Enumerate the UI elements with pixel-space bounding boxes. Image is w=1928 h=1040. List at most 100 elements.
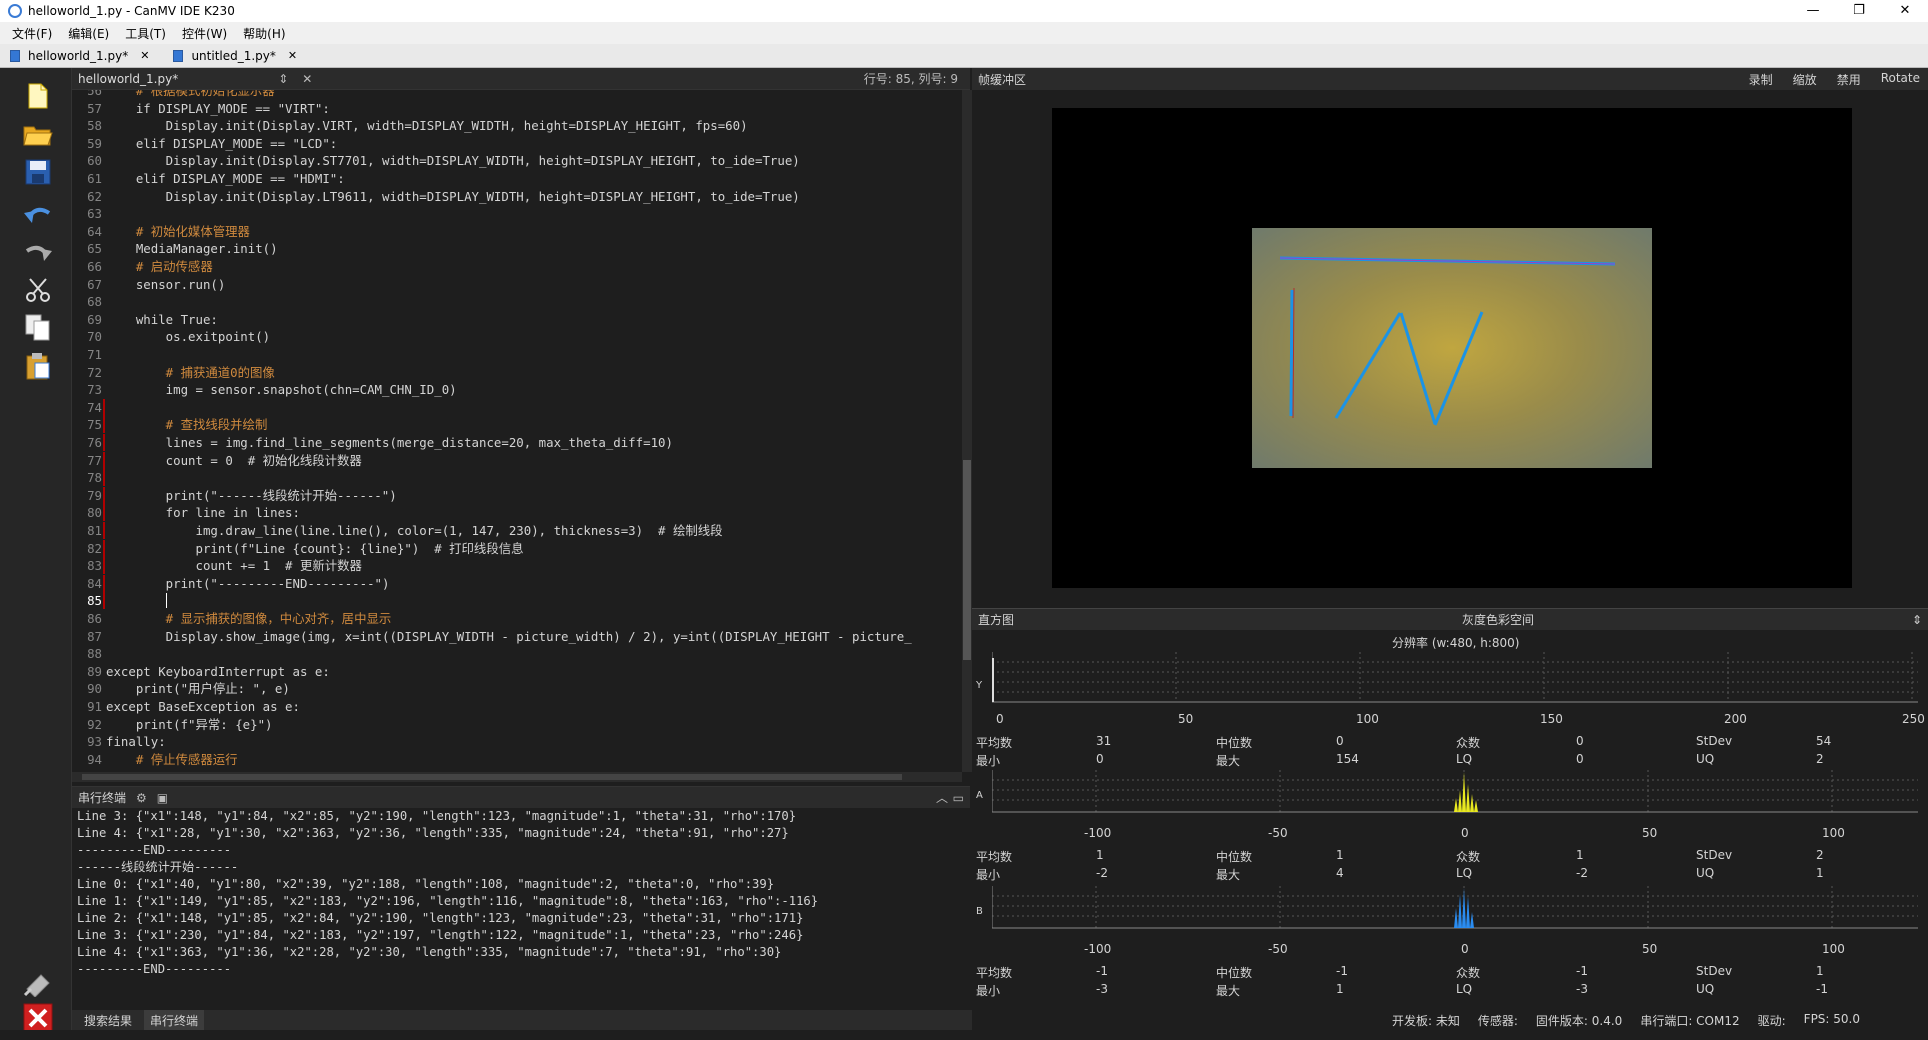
disable-button[interactable]: 禁用 bbox=[1837, 71, 1861, 88]
code-line[interactable]: 61 elif DISPLAY_MODE == "HDMI": bbox=[72, 170, 962, 187]
file-switch-icon[interactable]: ⇕ bbox=[278, 72, 288, 86]
code-line[interactable]: 56 # 根据模式初始化显示器 bbox=[72, 90, 962, 99]
redo-icon[interactable] bbox=[22, 236, 54, 268]
terminal-output[interactable]: Line 3: {"x1":148, "y1":84, "x2":85, "y2… bbox=[72, 808, 958, 996]
connect-icon[interactable] bbox=[22, 968, 54, 1000]
zoom-button[interactable]: 缩放 bbox=[1793, 71, 1817, 88]
code-line[interactable]: 94 # 停止传感器运行 bbox=[72, 751, 962, 768]
code-line[interactable]: 78 bbox=[72, 469, 962, 487]
save-icon[interactable] bbox=[22, 156, 54, 188]
close-button[interactable]: ✕ bbox=[1882, 0, 1928, 22]
title-bar: helloworld_1.py - CanMV IDE K230 — ❐ ✕ bbox=[0, 0, 1928, 22]
copy-icon[interactable] bbox=[22, 312, 54, 344]
code-line[interactable]: 85 bbox=[72, 592, 962, 610]
code-line[interactable]: 83 count += 1 # 更新计数器 bbox=[72, 557, 962, 575]
histogram-title: 直方图 bbox=[978, 613, 1015, 627]
code-line[interactable]: 87 Display.show_image(img, x=int((DISPLA… bbox=[72, 628, 962, 645]
dropdown-arrow-icon[interactable]: ⇕ bbox=[1912, 613, 1922, 627]
menu-tools[interactable]: 工具(T) bbox=[125, 25, 166, 42]
open-folder-icon[interactable] bbox=[22, 118, 54, 150]
code-line[interactable]: 89 except KeyboardInterrupt as e: bbox=[72, 663, 962, 680]
code-line[interactable]: 60 Display.init(Display.ST7701, width=DI… bbox=[72, 152, 962, 169]
line-number: 78 bbox=[87, 470, 102, 486]
editor-horizontal-scrollbar[interactable] bbox=[72, 772, 962, 782]
code-line[interactable]: 84 print("---------END---------") bbox=[72, 574, 962, 592]
paste-icon[interactable] bbox=[22, 350, 54, 382]
menu-help[interactable]: 帮助(H) bbox=[243, 25, 285, 42]
tab-search-results[interactable]: 搜索结果 bbox=[78, 1010, 138, 1031]
scroll-thumb[interactable] bbox=[82, 774, 902, 780]
terminal-header: 串行终端 ⚙ ▣ ︿ ▭ bbox=[72, 786, 970, 808]
terminal-settings-icon[interactable]: ⚙ bbox=[136, 791, 147, 805]
code-line[interactable]: 70 os.exitpoint() bbox=[72, 328, 962, 345]
python-file-icon bbox=[10, 49, 20, 62]
rotate-button[interactable]: Rotate bbox=[1881, 71, 1920, 88]
maximize-button[interactable]: ❐ bbox=[1836, 0, 1882, 22]
close-editor-icon[interactable]: ✕ bbox=[302, 72, 312, 86]
code-line[interactable]: 69 while True: bbox=[72, 311, 962, 328]
menu-widgets[interactable]: 控件(W) bbox=[182, 25, 227, 42]
menu-edit[interactable]: 编辑(E) bbox=[68, 25, 109, 42]
code-text: count = 0 # 初始化线段计数器 bbox=[106, 452, 362, 468]
editor-vertical-scrollbar[interactable] bbox=[962, 90, 972, 772]
code-line[interactable]: 81 img.draw_line(line.line(), color=(1, … bbox=[72, 522, 962, 539]
code-line[interactable]: 82 print(f"Line {count}: {line}") # 打印线段… bbox=[72, 539, 962, 557]
code-line[interactable]: 68 bbox=[72, 293, 962, 310]
code-line[interactable]: 57 if DISPLAY_MODE == "VIRT": bbox=[72, 100, 962, 117]
code-line[interactable]: 71 bbox=[72, 346, 962, 363]
tab-untitled[interactable]: untitled_1.py* ✕ bbox=[173, 49, 297, 63]
code-line[interactable]: 92 print(f"异常: {e}") bbox=[72, 716, 962, 733]
code-line[interactable]: 66 # 启动传感器 bbox=[72, 258, 962, 275]
code-line[interactable]: 91 except BaseException as e: bbox=[72, 698, 962, 715]
code-line[interactable]: 72 # 捕获通道0的图像 bbox=[72, 364, 962, 381]
scroll-thumb[interactable] bbox=[963, 460, 971, 660]
code-line[interactable]: 63 bbox=[72, 205, 962, 222]
tab-helloworld[interactable]: helloworld_1.py* ✕ bbox=[10, 49, 149, 63]
code-line[interactable]: 65 MediaManager.init() bbox=[72, 240, 962, 257]
code-line[interactable]: 80 for line in lines: bbox=[72, 504, 962, 522]
code-line[interactable]: 75 # 查找线段并绘制 bbox=[72, 416, 962, 434]
code-text: print("用户停止: ", e) bbox=[106, 681, 290, 697]
code-line[interactable]: 76 lines = img.find_line_segments(merge_… bbox=[72, 434, 962, 451]
code-editor[interactable]: 56 # 根据模式初始化显示器 57 if DISPLAY_MODE == "VI… bbox=[72, 90, 962, 772]
stat-label: 最大 bbox=[1216, 868, 1241, 882]
code-line[interactable]: 86 # 显示捕获的图像，中心对齐，居中显示 bbox=[72, 610, 962, 627]
menu-bar: 文件(F) 编辑(E) 工具(T) 控件(W) 帮助(H) bbox=[0, 22, 1928, 44]
code-line[interactable]: 93 finally: bbox=[72, 733, 962, 750]
colorspace-select[interactable]: 灰度色彩空间 bbox=[1462, 611, 1534, 628]
line-number: 70 bbox=[87, 329, 102, 345]
terminal-save-icon[interactable]: ▣ bbox=[157, 791, 168, 805]
line-number: 71 bbox=[87, 347, 102, 362]
code-line[interactable]: 67 sensor.run() bbox=[72, 276, 962, 293]
cut-icon[interactable] bbox=[22, 274, 54, 306]
code-line[interactable]: 62 Display.init(Display.LT9611, width=DI… bbox=[72, 188, 962, 205]
tab-serial-terminal[interactable]: 串行终端 bbox=[144, 1009, 205, 1031]
new-file-icon[interactable] bbox=[22, 80, 54, 112]
y-histogram bbox=[992, 652, 1918, 703]
code-line[interactable]: 58 Display.init(Display.VIRT, width=DISP… bbox=[72, 117, 962, 134]
close-tab-icon[interactable]: ✕ bbox=[288, 49, 297, 62]
undo-icon[interactable] bbox=[22, 198, 54, 230]
y-stdev: 54 bbox=[1816, 734, 1832, 748]
restore-icon[interactable]: ▭ bbox=[953, 791, 964, 805]
code-line[interactable]: 77 count = 0 # 初始化线段计数器 bbox=[72, 451, 962, 469]
terminal-line: Line 1: {"x1":149, "y1":85, "x2":183, "y… bbox=[77, 894, 819, 908]
minimize-button[interactable]: — bbox=[1790, 0, 1836, 22]
menu-file[interactable]: 文件(F) bbox=[12, 25, 52, 42]
code-line[interactable]: 74 bbox=[72, 398, 962, 416]
record-button[interactable]: 录制 bbox=[1749, 71, 1773, 88]
line-number: 82 bbox=[87, 540, 102, 556]
code-line[interactable]: 79 print("------线段统计开始------") bbox=[72, 486, 962, 504]
y-tick: 50 bbox=[1178, 712, 1194, 726]
close-tab-icon[interactable]: ✕ bbox=[140, 49, 149, 62]
code-text: while True: bbox=[106, 311, 218, 327]
code-line[interactable]: 90 print("用户停止: ", e) bbox=[72, 680, 962, 697]
code-line[interactable]: 88 bbox=[72, 645, 962, 662]
code-line[interactable]: 73 img = sensor.snapshot(chn=CAM_CHN_ID_… bbox=[72, 381, 962, 398]
code-line[interactable]: 59 elif DISPLAY_MODE == "LCD": bbox=[72, 135, 962, 152]
code-line[interactable]: 64 # 初始化媒体管理器 bbox=[72, 223, 962, 240]
code-text: # 启动传感器 bbox=[106, 259, 213, 274]
line-number: 76 bbox=[87, 435, 102, 450]
collapse-icon[interactable]: ︿ bbox=[936, 789, 948, 806]
